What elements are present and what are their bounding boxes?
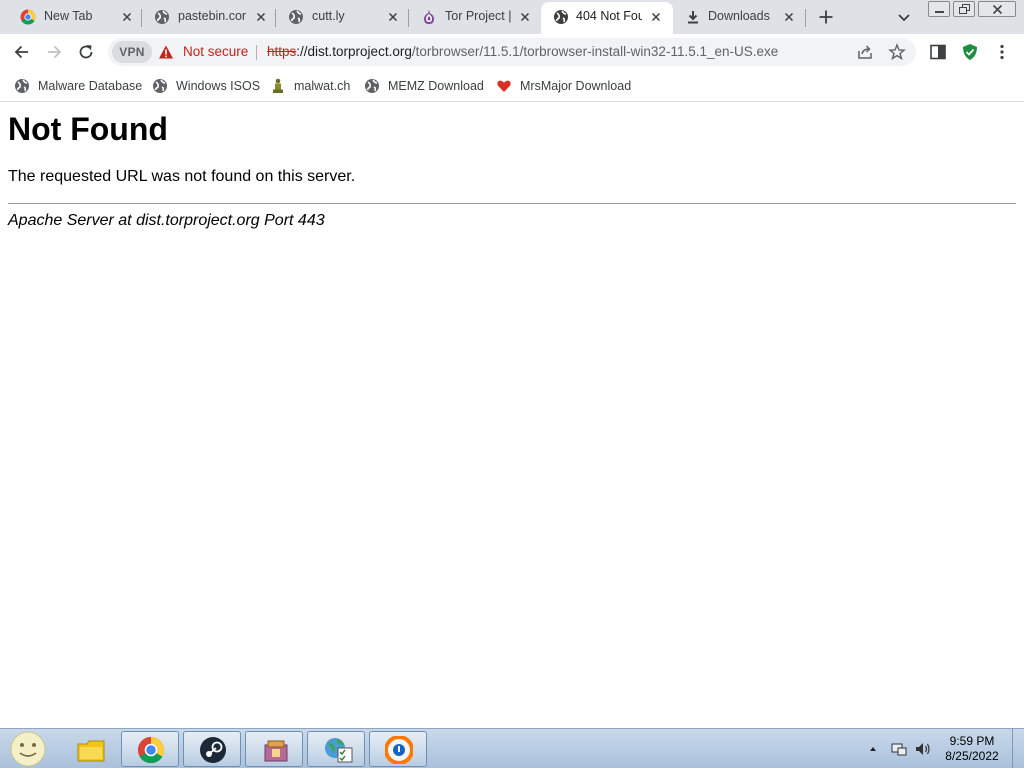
close-icon[interactable] (782, 10, 796, 24)
restore-button[interactable] (953, 1, 975, 17)
bookmark-windows-isos[interactable]: Windows ISOS (152, 76, 260, 96)
taskbar-steam[interactable] (183, 731, 241, 767)
page-heading: Not Found (8, 111, 168, 147)
tab-separator (805, 9, 806, 27)
globe-icon (15, 79, 29, 93)
tab-title: 404 Not Fou (576, 9, 642, 23)
system-tray (868, 741, 938, 757)
new-tab-button[interactable] (816, 7, 836, 27)
tab-pastebin[interactable]: pastebin.con (142, 0, 274, 34)
bookmarks-bar: Malware Database Windows ISOS malwat.ch … (0, 70, 1024, 102)
volume-icon[interactable] (914, 741, 932, 757)
bookmark-label: Malware Database (38, 79, 143, 93)
forward-button[interactable] (44, 42, 64, 62)
vpn-badge[interactable]: VPN (112, 41, 152, 63)
globe-icon (289, 10, 303, 24)
tab-title: cutt.ly (312, 9, 345, 23)
network-icon[interactable] (890, 741, 908, 757)
url-path: /torbrowser/11.5.1/torbrowser-install-wi… (411, 44, 779, 59)
close-icon[interactable] (518, 10, 532, 24)
globe-icon (554, 10, 568, 24)
globe-icon (153, 79, 167, 93)
steam-icon (200, 737, 226, 763)
heart-icon (497, 80, 511, 92)
bookmark-malware-database[interactable]: Malware Database (14, 76, 142, 96)
back-button[interactable] (12, 42, 32, 62)
close-icon[interactable] (254, 10, 268, 24)
figure-icon (273, 78, 283, 93)
globe-icon (155, 10, 169, 24)
bookmark-mrsmajor-download[interactable]: MrsMajor Download (496, 76, 631, 96)
tab-title: New Tab (44, 9, 93, 23)
show-hidden-icons-icon[interactable] (868, 744, 878, 754)
onion-icon (424, 10, 434, 24)
taskbar-network-tasks[interactable] (307, 731, 365, 767)
omnibox-separator (256, 45, 257, 60)
clock[interactable]: 9:59 PM 8/25/2022 (942, 734, 1002, 764)
menu-icon[interactable] (992, 42, 1012, 62)
download-icon (688, 11, 698, 24)
chrome-icon (137, 736, 165, 764)
close-icon (992, 4, 1003, 15)
close-window-button[interactable] (978, 1, 1016, 17)
network-tasks-icon (325, 738, 353, 763)
divider (8, 203, 1016, 204)
security-status[interactable]: Not secure (183, 44, 248, 59)
minimize-button[interactable] (928, 1, 950, 17)
tab-cuttly[interactable]: cutt.ly (276, 0, 408, 34)
bookmark-label: MrsMajor Download (520, 79, 632, 93)
bookmark-memz-download[interactable]: MEMZ Download (364, 76, 484, 96)
taskbar-file-explorer[interactable] (60, 731, 118, 767)
tab-tor-project[interactable]: Tor Project | (409, 0, 541, 34)
archive-icon (264, 740, 288, 762)
close-icon[interactable] (649, 10, 663, 24)
bookmark-star-icon[interactable] (888, 43, 906, 61)
clock-time: 9:59 PM (949, 734, 995, 748)
warning-icon[interactable] (158, 44, 174, 60)
chrome-icon (20, 9, 36, 25)
error-message: The requested URL was not found on this … (8, 168, 356, 185)
url-host: ://dist.torproject.org (296, 44, 412, 59)
tab-strip: New Tab pastebin.con cutt.ly Tor Project… (0, 0, 1024, 36)
bookmark-label: Windows ISOS (176, 79, 261, 93)
tab-title: Tor Project | (445, 9, 512, 23)
bookmark-label: MEMZ Download (388, 79, 484, 93)
file-explorer-icon (77, 740, 105, 762)
server-signature: Apache Server at dist.torproject.org Por… (8, 212, 325, 229)
taskbar-archive[interactable] (245, 731, 303, 767)
tab-downloads[interactable]: Downloads (673, 0, 805, 34)
bookmark-label: malwat.ch (294, 79, 351, 93)
shield-icon[interactable] (960, 42, 980, 62)
address-bar[interactable]: VPN Not secure https://dist.torproject.o… (108, 38, 916, 66)
start-button[interactable] (6, 731, 50, 767)
reload-button[interactable] (76, 42, 96, 62)
side-panel-icon[interactable] (928, 42, 948, 62)
tab-search-icon[interactable] (896, 9, 912, 25)
avast-browser-icon (385, 736, 413, 764)
browser-toolbar: VPN Not secure https://dist.torproject.o… (0, 34, 1024, 95)
page-content: Not Found The requested URL was not foun… (0, 103, 1024, 728)
url-text[interactable]: https://dist.torproject.org/torbrowser/1… (267, 44, 778, 59)
clock-date: 8/25/2022 (945, 749, 999, 763)
taskbar-avast-browser[interactable] (369, 731, 427, 767)
tab-404-not-found[interactable]: 404 Not Fou (541, 2, 673, 36)
globe-icon (365, 79, 379, 93)
taskbar-chrome[interactable] (121, 731, 179, 767)
share-icon[interactable] (856, 43, 874, 61)
close-icon[interactable] (386, 10, 400, 24)
tab-title: pastebin.con (178, 9, 246, 23)
show-desktop-button[interactable] (1012, 729, 1024, 768)
bookmark-malwatch[interactable]: malwat.ch (270, 76, 350, 96)
url-scheme: https (267, 44, 297, 59)
close-icon[interactable] (120, 10, 134, 24)
taskbar: 9:59 PM 8/25/2022 (0, 728, 1024, 768)
tab-new-tab[interactable]: New Tab (8, 0, 140, 34)
tab-title: Downloads (708, 9, 770, 23)
